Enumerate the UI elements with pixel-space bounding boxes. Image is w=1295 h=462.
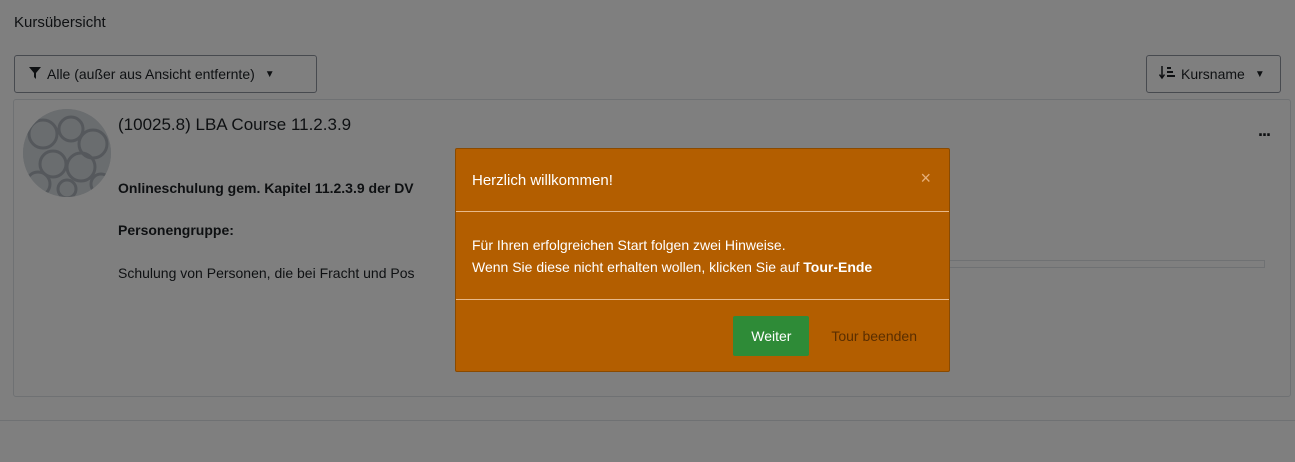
end-tour-link[interactable]: Tour beenden — [831, 328, 917, 344]
tour-header: Herzlich willkommen! × — [456, 149, 949, 211]
tour-body-line-2: Wenn Sie diese nicht erhalten wollen, kl… — [472, 256, 933, 278]
tour-body-line-2-text: Wenn Sie diese nicht erhalten wollen, kl… — [472, 259, 804, 275]
tour-footer: Weiter Tour beenden — [456, 300, 949, 356]
close-icon[interactable]: × — [920, 168, 931, 189]
tour-body-line-1: Für Ihren erfolgreichen Start folgen zwe… — [472, 237, 786, 253]
tour-body: Für Ihren erfolgreichen Start folgen zwe… — [456, 212, 949, 299]
tour-dialog: Herzlich willkommen! × Für Ihren erfolgr… — [455, 148, 950, 372]
next-button[interactable]: Weiter — [733, 316, 810, 356]
tour-end-emphasis: Tour-Ende — [803, 259, 873, 275]
tour-title: Herzlich willkommen! — [472, 171, 613, 189]
